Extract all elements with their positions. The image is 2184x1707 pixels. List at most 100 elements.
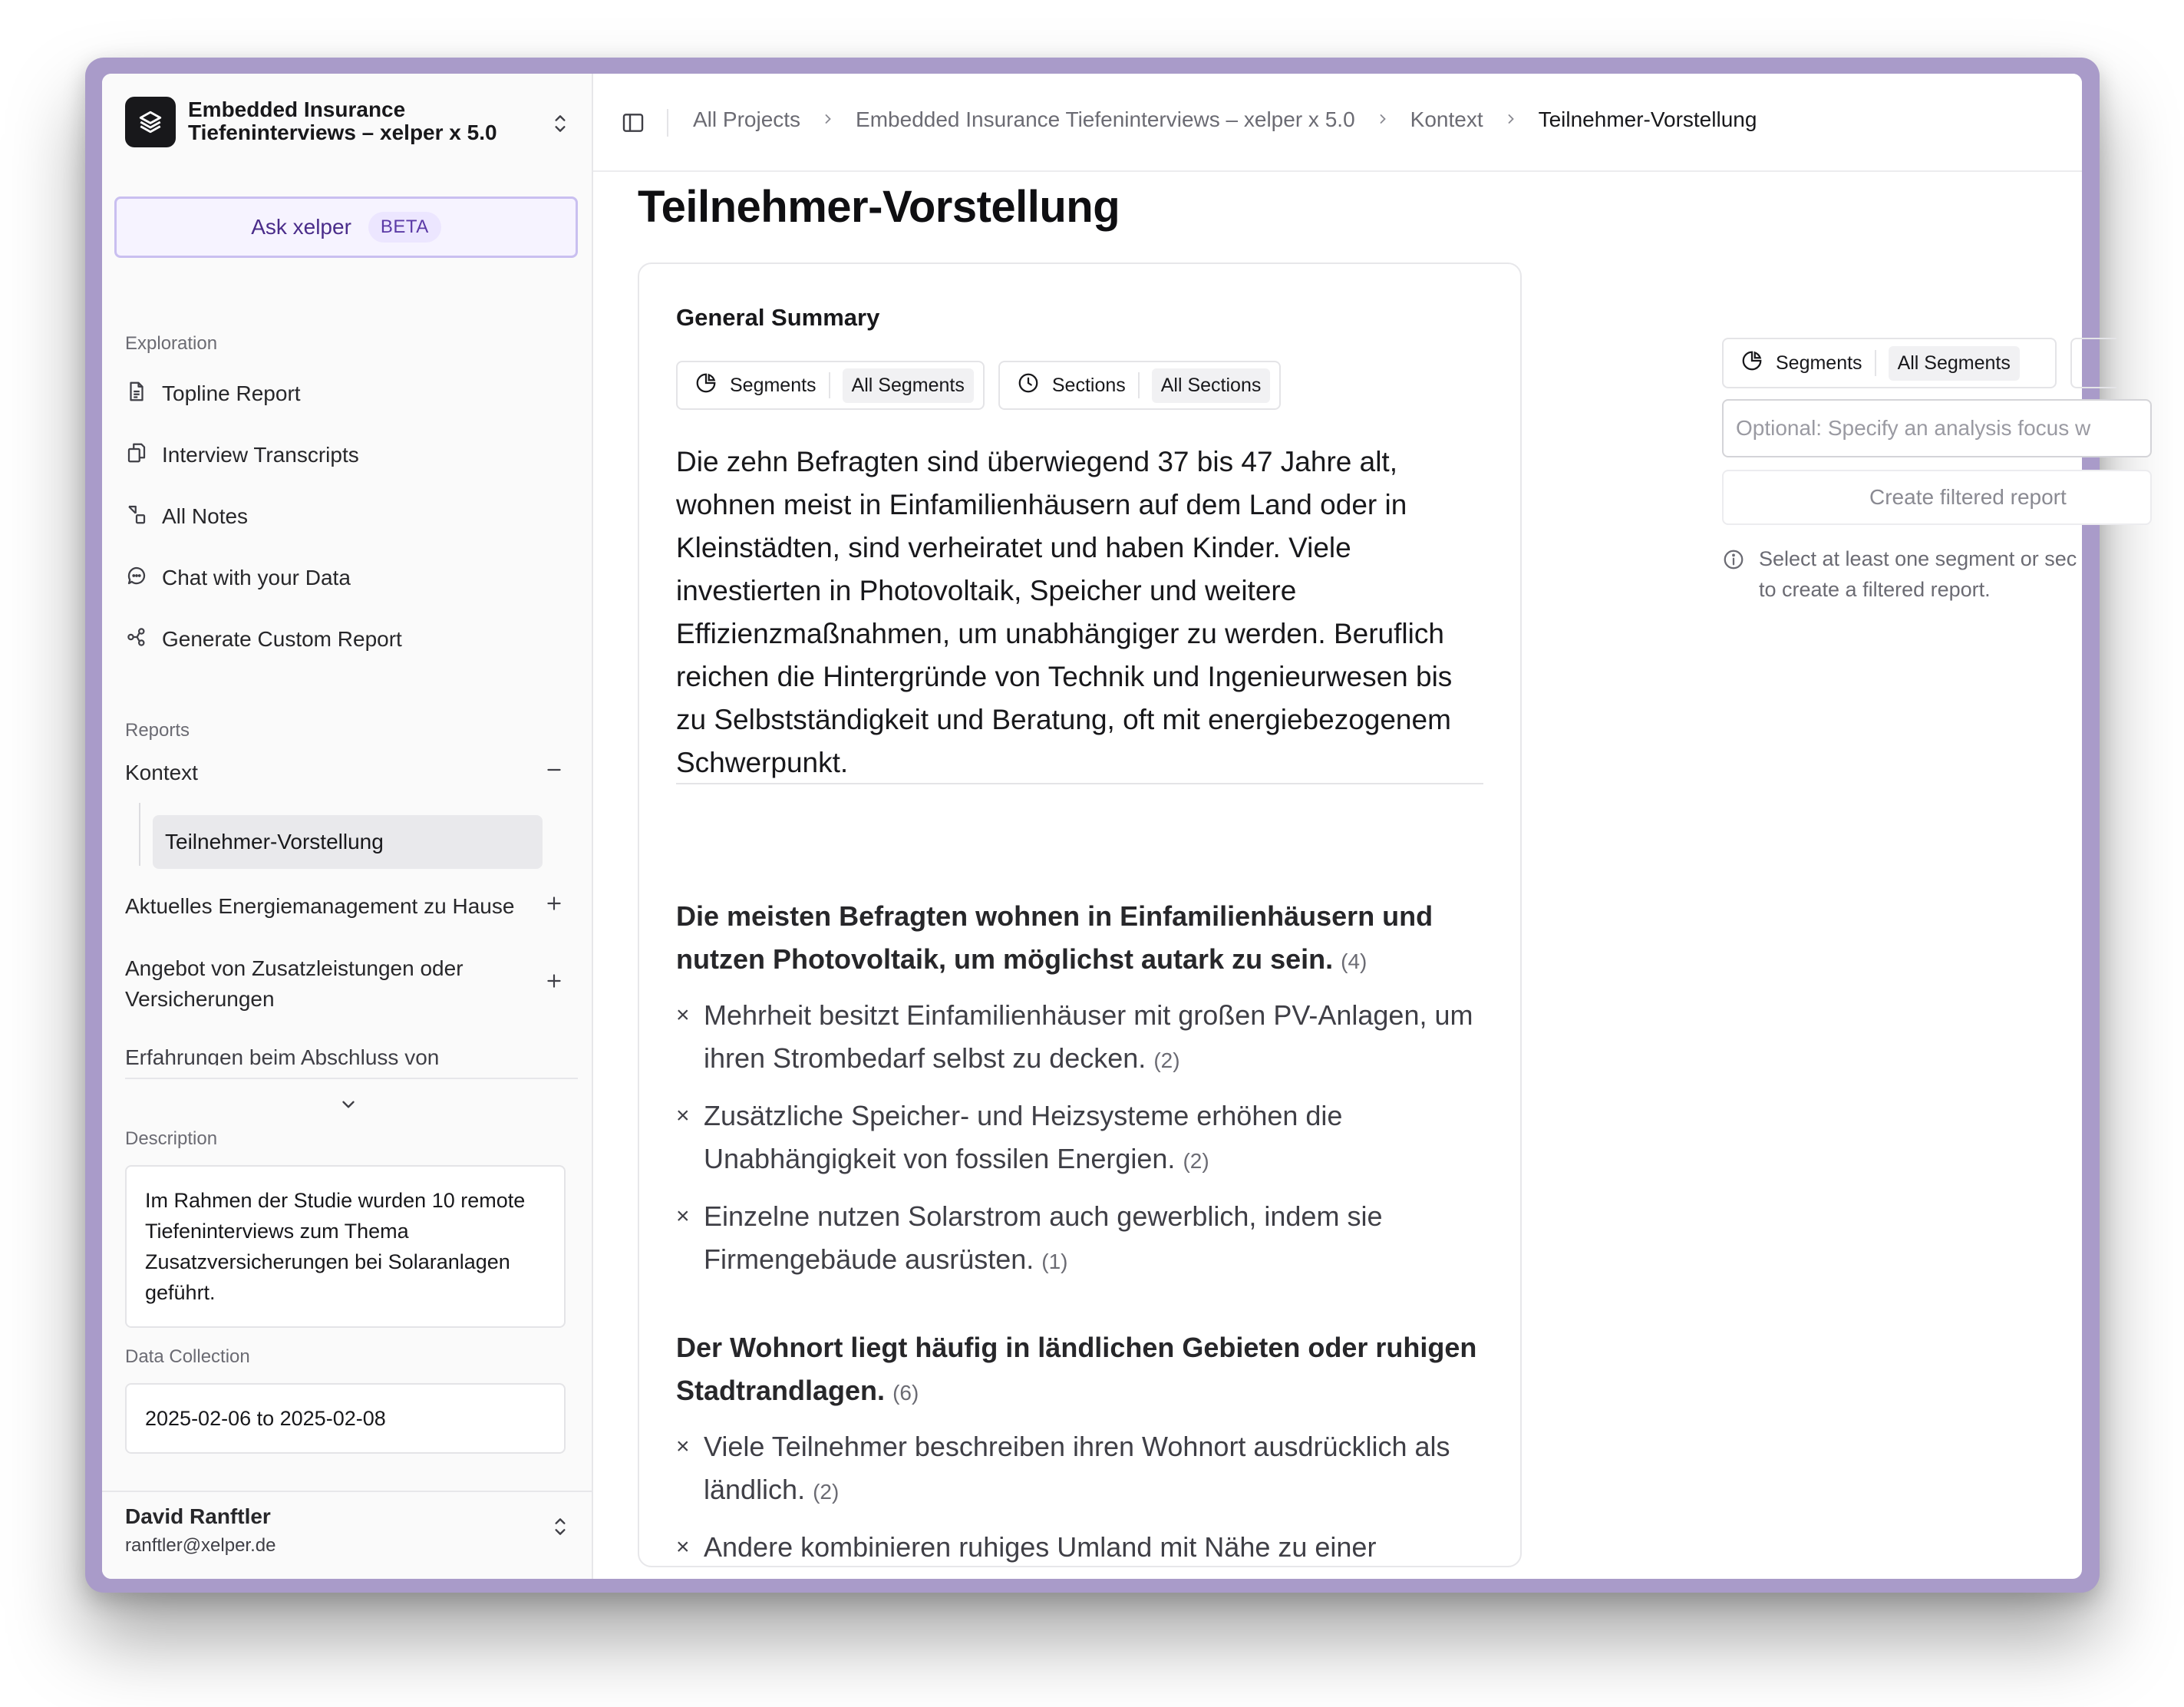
filter-hint: Select at least one segment or sec to cr… [1722,543,2152,605]
separator [667,109,668,137]
divider [676,783,1483,784]
report-sections-filter[interactable] [2070,338,2116,388]
summary-card: General Summary Segments All Segments Se… [638,262,1522,1567]
report-label: Kontext [125,761,198,784]
nav-interview-transcripts[interactable]: Interview Transcripts [125,436,578,474]
close-icon: × [676,1203,690,1229]
chevron-right-icon [1375,107,1391,132]
data-collection-box: 2025-02-06 to 2025-02-08 [125,1383,566,1454]
breadcrumb-project[interactable]: Embedded Insurance Tiefeninterviews – xe… [856,107,1355,132]
user-menu[interactable]: David Ranftler ranftler@xelper.de [102,1491,593,1579]
description-box: Im Rahmen der Studie wurden 10 remote Ti… [125,1165,566,1328]
analysis-focus-input[interactable]: Optional: Specify an analysis focus w [1722,399,2152,457]
theme-heading-text: Die meisten Befragten wohnen in Einfamil… [676,900,1433,975]
close-icon: × [676,1534,690,1560]
close-icon: × [676,1103,690,1128]
nav-label: Topline Report [162,381,301,405]
document-icon [125,380,148,408]
chevrons-up-down-icon [550,112,570,139]
top-bar: All Projects Embedded Insurance Tiefenin… [593,74,2082,172]
filter-value: All Sections [1151,368,1271,403]
plus-icon[interactable] [544,969,564,999]
theme-block: Der Wohnort liegt häufig in ländlichen G… [676,1326,1490,1566]
separator [828,372,830,398]
theme-count[interactable]: (4) [1341,949,1367,973]
list-item: × Andere kombinieren ruhiges Umland mit N… [676,1526,1490,1566]
report-erfahrungen[interactable]: Erfahrungen beim Abschluss von [125,1042,439,1065]
report-energiemanagement[interactable]: Aktuelles Energiemanagement zu Hause [125,887,578,926]
layers-icon [125,97,176,147]
bullet-text: Mehrheit besitzt Einfamilienhäuser mit g… [704,999,1473,1074]
beta-badge: BETA [368,212,441,243]
clock-icon [1017,371,1040,400]
bullet-text: Zusätzliche Speicher- und Heizsysteme er… [704,1100,1343,1174]
bullet-count[interactable]: (2) [1153,1048,1179,1072]
sidebar-toggle-icon[interactable] [621,111,645,139]
theme-block: Die meisten Befragten wohnen in Einfamil… [676,895,1490,1296]
user-email: ranftler@xelper.de [125,1535,276,1556]
chevron-down-icon[interactable] [338,1095,358,1118]
card-title: General Summary [676,304,880,331]
workflow-icon [125,626,148,654]
data-collection-label: Data Collection [125,1346,250,1367]
report-label: Angebot von Zusatzleistungen oder Versic… [125,956,464,1011]
list-item: × Mehrheit besitzt Einfamilienhäuser mit … [676,994,1490,1082]
nav-label: Chat with your Data [162,566,351,589]
nav-generate-custom-report[interactable]: Generate Custom Report [125,620,578,659]
breadcrumb-all-projects[interactable]: All Projects [693,107,800,132]
bullet-count[interactable]: (1) [1041,1250,1067,1273]
sidebar: Embedded Insurance Tiefeninterviews – xe… [102,74,593,1579]
report-zusatzleistungen[interactable]: Angebot von Zusatzleistungen oder Versic… [125,953,578,1015]
close-icon: × [676,1002,690,1028]
list-item: × Zusätzliche Speicher- und Heizsysteme e… [676,1095,1490,1183]
create-filtered-report-button[interactable]: Create filtered report [1722,470,2152,525]
bullet-text: Andere kombinieren ruhiges Umland mit Nä… [704,1531,1377,1563]
divider [125,1078,578,1079]
chevron-right-icon [820,107,836,132]
separator [1874,350,1876,376]
bullet-count[interactable]: (2) [1183,1149,1209,1173]
pie-icon [694,371,718,400]
theme-count[interactable]: (6) [892,1381,919,1405]
exploration-label: Exploration [125,333,218,354]
separator [1137,372,1140,398]
segments-filter[interactable]: Segments All Segments [676,361,985,410]
theme-heading: Der Wohnort liegt häufig in ländlichen G… [676,1326,1490,1415]
bullet-count[interactable]: (2) [813,1480,839,1504]
filter-label: Segments [730,374,817,396]
filter-label: Segments [1776,352,1862,374]
user-name: David Ranftler [125,1504,271,1528]
summary-text: Die zehn Befragten sind überwiegend 37 b… [676,446,1453,778]
report-segments-filter[interactable]: Segments All Segments [1722,338,2057,388]
project-switcher[interactable]: Embedded Insurance Tiefeninterviews – xe… [125,97,578,150]
sections-filter[interactable]: Sections All Sections [998,361,1282,410]
hint-line: to create a filtered report. [1759,578,1991,601]
report-label: Aktuelles Energiemanagement zu Hause [125,894,515,918]
breadcrumb-current: Teilnehmer-Vorstellung [1538,107,1757,131]
list-item: × Einzelne nutzen Solarstrom auch gewerbl… [676,1195,1490,1283]
project-name: Embedded Insurance Tiefeninterviews – xe… [188,97,497,144]
ask-label: Ask xelper [251,215,351,239]
filter-value: All Segments [1888,345,2020,381]
plus-icon[interactable] [544,887,564,926]
nav-label: All Notes [162,504,249,528]
filter-label: Sections [1051,374,1126,396]
minus-icon[interactable] [544,754,564,792]
chevron-right-icon [1503,107,1519,132]
nav-topline-report[interactable]: Topline Report [125,375,578,413]
tree-line [139,803,140,866]
nav-chat-with-data[interactable]: Chat with your Data [125,559,578,597]
nav-all-notes[interactable]: All Notes [125,497,578,536]
report-kontext[interactable]: Kontext [125,754,578,792]
pie-icon [1740,349,1763,378]
theme-heading: Die meisten Befragten wohnen in Einfamil… [676,895,1490,983]
theme-heading-text: Der Wohnort liegt häufig in ländlichen G… [676,1332,1477,1406]
chevrons-up-down-icon [550,1515,570,1542]
ask-xelper-button[interactable]: Ask xelper BETA [114,196,578,258]
breadcrumb-kontext[interactable]: Kontext [1410,107,1483,132]
hint-line: Select at least one segment or sec [1759,547,2077,570]
filter-bar: Segments All Segments Sections All Secti… [676,361,1282,410]
reports-label: Reports [125,720,190,741]
report-teilnehmer-vorstellung[interactable]: Teilnehmer-Vorstellung [153,815,543,869]
nav-label: Interview Transcripts [162,443,359,467]
